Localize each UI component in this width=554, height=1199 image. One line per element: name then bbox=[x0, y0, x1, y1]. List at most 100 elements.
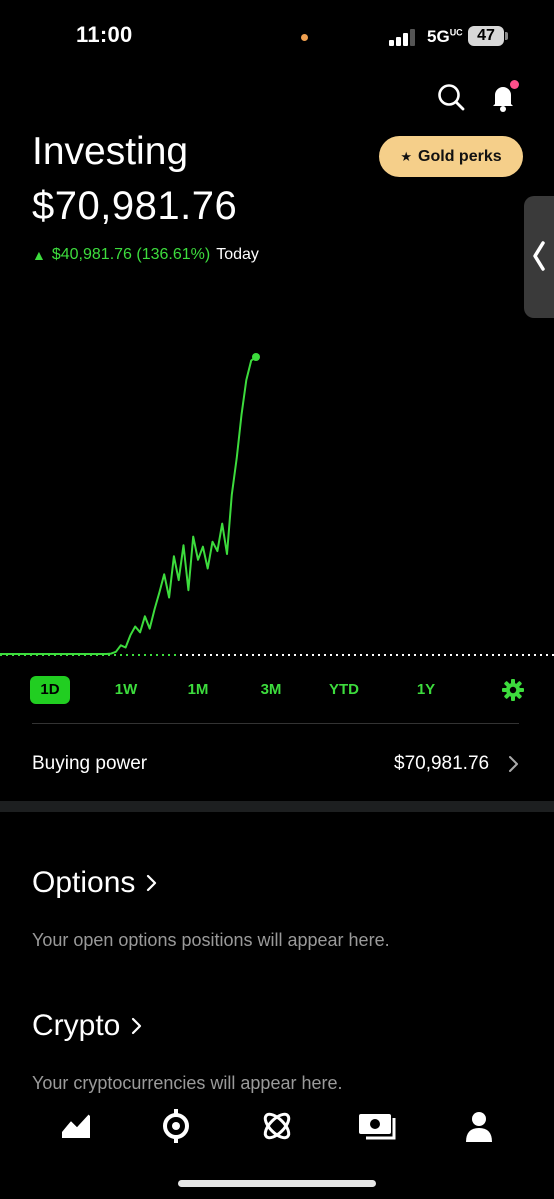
baseline-dot bbox=[264, 654, 266, 656]
side-panel-tab[interactable] bbox=[524, 196, 554, 318]
baseline-dot bbox=[300, 654, 302, 656]
baseline-dot bbox=[498, 654, 500, 656]
baseline-dot bbox=[198, 654, 200, 656]
chevron-left-icon bbox=[533, 241, 545, 271]
options-title: Options bbox=[32, 866, 136, 899]
chevron-right-icon bbox=[132, 1017, 142, 1035]
baseline-dot bbox=[270, 654, 272, 656]
baseline-dot bbox=[462, 654, 464, 656]
baseline-dot bbox=[450, 654, 452, 656]
baseline-dot bbox=[258, 654, 260, 656]
search-icon[interactable] bbox=[434, 80, 468, 114]
baseline-dot bbox=[414, 654, 416, 656]
range-ytd[interactable]: YTD bbox=[324, 676, 364, 704]
baseline-dot bbox=[252, 654, 254, 656]
options-header[interactable]: Options bbox=[32, 866, 157, 900]
baseline-dot bbox=[534, 654, 536, 656]
baseline-dot bbox=[288, 654, 290, 656]
bottom-navigation bbox=[0, 1098, 554, 1158]
baseline-dot bbox=[528, 654, 530, 656]
chevron-right-icon bbox=[147, 874, 157, 892]
baseline-dot bbox=[408, 654, 410, 656]
baseline-dot bbox=[492, 654, 494, 656]
status-time: 11:00 bbox=[76, 22, 133, 47]
baseline-dot bbox=[114, 654, 116, 656]
baseline-dot bbox=[372, 654, 374, 656]
baseline-dot bbox=[276, 654, 278, 656]
gold-perks-button[interactable]: ★ Gold perks bbox=[379, 136, 523, 177]
baseline-dot bbox=[294, 654, 296, 656]
baseline-dot bbox=[138, 654, 140, 656]
baseline-dot bbox=[432, 654, 434, 656]
baseline-dot bbox=[132, 654, 134, 656]
baseline-dot bbox=[354, 654, 356, 656]
baseline-dot bbox=[390, 654, 392, 656]
up-arrow-icon: ▲ bbox=[32, 247, 46, 263]
baseline-dot bbox=[348, 654, 350, 656]
baseline-dot bbox=[420, 654, 422, 656]
range-3m[interactable]: 3M bbox=[251, 676, 291, 704]
baseline-dot bbox=[444, 654, 446, 656]
crypto-icon[interactable] bbox=[259, 1108, 295, 1144]
baseline-dot bbox=[486, 654, 488, 656]
baseline-dot bbox=[126, 654, 128, 656]
baseline-dot bbox=[324, 654, 326, 656]
privacy-indicator-dot bbox=[301, 34, 308, 41]
chart-settings-gear-icon[interactable] bbox=[502, 679, 524, 701]
range-1y[interactable]: 1Y bbox=[406, 676, 446, 704]
battery-cap bbox=[505, 32, 508, 40]
range-1d[interactable]: 1D bbox=[30, 676, 70, 704]
current-value-dot bbox=[252, 353, 260, 361]
baseline-dot bbox=[216, 654, 218, 656]
buying-power-value: $70,981.76 bbox=[394, 753, 490, 774]
battery-indicator: 47 bbox=[468, 26, 504, 46]
baseline-dot bbox=[378, 654, 380, 656]
home-indicator[interactable] bbox=[178, 1180, 376, 1187]
baseline-dot bbox=[282, 654, 284, 656]
baseline-dot bbox=[120, 654, 122, 656]
crypto-header[interactable]: Crypto bbox=[32, 1009, 142, 1043]
account-icon[interactable] bbox=[461, 1108, 497, 1144]
baseline-dot bbox=[546, 654, 548, 656]
baseline-dot bbox=[222, 654, 224, 656]
section-separator bbox=[0, 801, 554, 812]
baseline-dot bbox=[480, 654, 482, 656]
baseline-dot bbox=[522, 654, 524, 656]
investing-chart-icon[interactable] bbox=[58, 1108, 94, 1144]
baseline-dot bbox=[336, 654, 338, 656]
gold-perks-label: Gold perks bbox=[418, 147, 502, 165]
baseline-dot bbox=[168, 654, 170, 656]
crypto-title: Crypto bbox=[32, 1009, 121, 1042]
baseline-dot bbox=[402, 654, 404, 656]
baseline-dot bbox=[192, 654, 194, 656]
baseline-dot bbox=[174, 654, 176, 656]
baseline-dot bbox=[396, 654, 398, 656]
baseline-dot bbox=[360, 654, 362, 656]
baseline-dot bbox=[144, 654, 146, 656]
change-period: Today bbox=[216, 246, 259, 263]
baseline-dot bbox=[366, 654, 368, 656]
range-1m[interactable]: 1M bbox=[178, 676, 218, 704]
cash-icon[interactable] bbox=[358, 1108, 400, 1144]
crypto-empty-text: Your cryptocurrencies will appear here. bbox=[32, 1073, 343, 1093]
chevron-right-icon bbox=[509, 756, 518, 772]
daily-change: ▲ $40,981.76 (136.61%) Today bbox=[32, 246, 259, 264]
baseline-dot bbox=[342, 654, 344, 656]
range-1w[interactable]: 1W bbox=[106, 676, 146, 704]
browse-icon[interactable] bbox=[158, 1108, 194, 1144]
portfolio-chart[interactable] bbox=[0, 320, 554, 670]
baseline-dot bbox=[150, 654, 152, 656]
baseline-dot bbox=[234, 654, 236, 656]
baseline-dot bbox=[246, 654, 248, 656]
cell-signal-icon bbox=[389, 28, 417, 46]
baseline-dot bbox=[156, 654, 158, 656]
network-sup: UC bbox=[449, 27, 463, 38]
change-value: $40,981.76 (136.61%) bbox=[51, 246, 211, 263]
notification-badge bbox=[510, 80, 519, 89]
baseline-dot bbox=[468, 654, 470, 656]
star-icon: ★ bbox=[400, 148, 413, 164]
baseline-dot bbox=[384, 654, 386, 656]
page-title: Investing bbox=[32, 130, 189, 173]
baseline-dot bbox=[228, 654, 230, 656]
baseline-dot bbox=[438, 654, 440, 656]
